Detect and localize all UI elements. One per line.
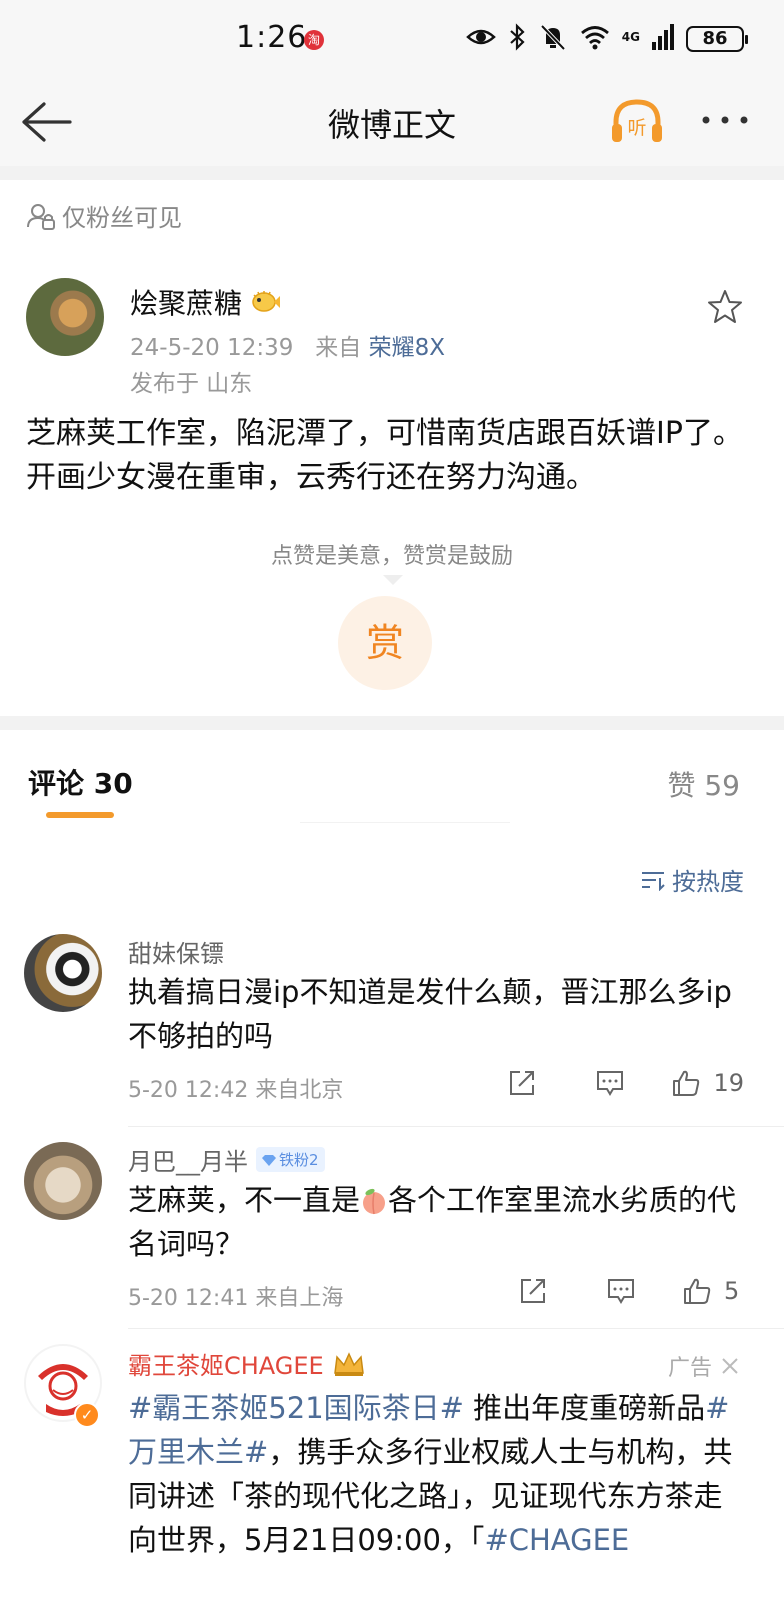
listen-headphones-icon[interactable]: 听 (610, 96, 664, 150)
sort-by-hot-button[interactable]: 按热度 (640, 862, 744, 897)
post-location: 发布于 山东 (130, 371, 253, 397)
post-text: 芝麻荚工作室，陷泥潭了，可惜南货店跟百妖谱IP了。开画少女漫在重审，云秀行还在努… (26, 416, 743, 495)
visibility-notice: 仅粉丝可见 (26, 198, 182, 233)
pufferfish-emoji-icon (252, 291, 281, 312)
signal-icon (652, 24, 674, 50)
comment-meta: 5-20 12:41 来自上海 (128, 1286, 344, 1311)
comment-separator (128, 1126, 784, 1127)
battery-indicator: 86 (686, 26, 748, 52)
comment-actions: 19 (507, 1068, 744, 1098)
favorite-star-icon[interactable] (706, 288, 744, 326)
crown-badge-icon (333, 1351, 364, 1376)
status-bar: 1:26 淘 4G 86 (0, 0, 784, 80)
post-from-label: 来自 (315, 335, 362, 361)
post-author-name[interactable]: 烩聚蔗糖 (130, 282, 242, 322)
nav-bar: 微博正文 听 (0, 80, 784, 166)
ad-topic-link[interactable]: #CHAGEE (484, 1523, 629, 1557)
commenter-name[interactable]: 甜妹保镖 (128, 934, 224, 969)
ad-label: 广告 (667, 1356, 712, 1381)
post-date: 24-5-20 12:39 (130, 335, 294, 361)
bluetooth-icon (510, 23, 525, 51)
reward-tip-pointer (383, 575, 403, 585)
taobao-notification-icon: 淘 (304, 30, 324, 50)
like-thumb-icon[interactable] (671, 1068, 701, 1098)
commenter-name-row: 月巴__月半 铁粉2 (128, 1142, 325, 1177)
commenter-avatar[interactable] (24, 1142, 102, 1220)
like-count: 19 (713, 1069, 744, 1097)
tab-divider (300, 822, 510, 823)
like-count: 5 (724, 1277, 740, 1305)
commenter-name[interactable]: 月巴__月半 (128, 1142, 248, 1177)
comment-text: 执着搞日漫ip不知道是发什么颠，晋江那么多ip不够拍的吗 (128, 975, 732, 1053)
comment-meta: 5-20 12:42 来自北京 (128, 1078, 344, 1103)
ad-name-row: 霸王茶姬CHAGEE (128, 1346, 366, 1381)
repost-icon[interactable] (518, 1276, 548, 1306)
post-device[interactable]: 荣耀8X (369, 335, 445, 361)
comment-separator (128, 1328, 784, 1329)
ad-label-group: 广告 (668, 1350, 740, 1382)
status-icons: 4G (465, 22, 674, 52)
comment-actions: 5 (518, 1276, 744, 1306)
listen-label: 听 (627, 117, 646, 139)
post-author[interactable]: 烩聚蔗糖 (130, 282, 281, 322)
sort-label[interactable]: 按热度 (672, 862, 744, 897)
comment-text-before: 芝麻荚，不一直是 (128, 1183, 361, 1217)
wifi-icon (580, 26, 609, 50)
more-options-icon[interactable] (700, 110, 750, 130)
commenter-avatar[interactable] (24, 934, 102, 1012)
tab-comments[interactable]: 评论 30 (28, 762, 133, 802)
page-title: 微博正文 (327, 106, 456, 144)
sort-icon (642, 871, 665, 891)
peach-emoji-icon (363, 1188, 386, 1215)
post-meta: 24-5-20 12:39 来自 荣耀8X (130, 328, 445, 362)
ad-text: #霸王茶姬521国际茶日# 推出年度重磅新品#万里木兰#，携手众多行业权威人士与… (128, 1386, 748, 1562)
post-author-avatar[interactable] (26, 278, 104, 356)
fans-only-lock-icon (27, 203, 55, 230)
repost-icon[interactable] (507, 1068, 537, 1098)
close-ad-icon[interactable] (720, 1356, 740, 1376)
diamond-icon (262, 1154, 276, 1166)
status-time: 1:26 (236, 20, 308, 55)
verified-badge-icon: ✓ (74, 1402, 100, 1428)
comment-text: 芝麻荚，不一直是 各个工作室里流水劣质的代名词吗？ (128, 1178, 758, 1266)
ad-topic-link[interactable]: #霸王茶姬521国际茶日# (128, 1391, 464, 1425)
eye-icon (465, 29, 496, 45)
network-type: 4G (621, 30, 640, 44)
header-divider (0, 166, 784, 180)
reward-button[interactable]: 赏 (338, 596, 432, 690)
reward-tip: 点赞是美意，赞赏是鼓励 (270, 544, 513, 569)
like-thumb-icon[interactable] (682, 1276, 712, 1306)
visibility-label: 仅粉丝可见 (62, 204, 182, 232)
reply-comment-icon[interactable] (595, 1068, 625, 1098)
fan-level-badge[interactable]: 铁粉2 (256, 1147, 325, 1172)
ad-text-part: 推出年度重磅新品 (463, 1391, 706, 1425)
reply-comment-icon[interactable] (606, 1276, 636, 1306)
ad-account-name[interactable]: 霸王茶姬CHAGEE (128, 1346, 324, 1381)
mute-bell-icon (540, 24, 566, 51)
active-tab-indicator (46, 812, 114, 818)
tab-likes[interactable]: 赞 59 (667, 764, 740, 804)
fan-level-label: 铁粉2 (279, 1151, 319, 1169)
section-divider (0, 716, 784, 730)
